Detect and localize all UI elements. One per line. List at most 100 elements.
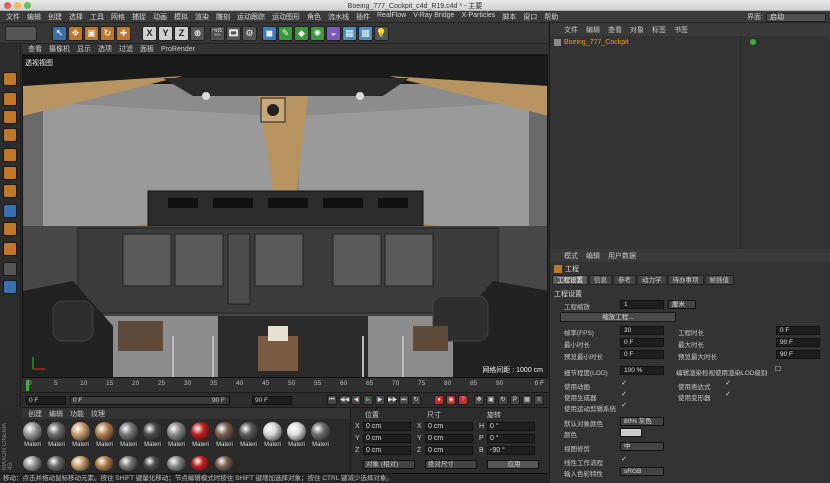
project-scale-field[interactable]: 1	[620, 300, 664, 309]
go-to-end-icon[interactable]: ⏭	[399, 395, 409, 405]
axis-y-button[interactable]: Y	[158, 26, 173, 41]
go-to-start-icon[interactable]: ⏮	[327, 395, 337, 405]
lod-field[interactable]: 100 %	[620, 366, 664, 375]
loop-icon[interactable]: ↻	[411, 395, 421, 405]
material-swatch[interactable]: Materi	[310, 422, 331, 448]
viewport-menu-item[interactable]: 面板	[140, 44, 154, 54]
material-swatch[interactable]: Materi	[70, 422, 91, 448]
project-time-field[interactable]: 0 F	[776, 326, 820, 335]
prev-frame-icon[interactable]: ◀	[351, 395, 361, 405]
use-expressions-checkbox[interactable]: ✓	[724, 380, 732, 388]
render-settings-icon[interactable]: ⚙	[242, 26, 257, 41]
keyframe-selection-icon[interactable]: ?	[458, 395, 468, 405]
attribute-menu-item[interactable]: 编辑	[586, 251, 600, 261]
visibility-dot-icon[interactable]	[750, 39, 756, 45]
spline-pen-icon[interactable]: ✎	[278, 26, 293, 41]
rotate-icon[interactable]: ↻	[100, 26, 115, 41]
edges-mode-icon[interactable]	[3, 166, 17, 180]
object-menu-item[interactable]: 书签	[674, 25, 688, 35]
material-swatch[interactable]: Materi	[166, 422, 187, 448]
material-swatch[interactable]: Materi	[262, 422, 283, 448]
material-menu-item[interactable]: 纹理	[91, 409, 105, 419]
axis-z-button[interactable]: Z	[174, 26, 189, 41]
material-menu-item[interactable]: 编辑	[49, 409, 63, 419]
rotation-field[interactable]: -90 °	[487, 446, 535, 455]
array-icon[interactable]: ✺	[310, 26, 325, 41]
material-swatch[interactable]: Materi	[286, 422, 307, 448]
size-mode-dropdown[interactable]: 绝对尺寸	[425, 460, 477, 469]
axis-x-button[interactable]: X	[142, 26, 157, 41]
viewport-menu-item[interactable]: 显示	[77, 44, 91, 54]
menu-item[interactable]: 网格	[111, 12, 125, 22]
position-field[interactable]: 0 cm	[363, 422, 411, 431]
object-name[interactable]: Boeing_777_Cockpit	[564, 39, 629, 46]
position-field[interactable]: 0 cm	[363, 446, 411, 455]
menu-item[interactable]: 动画	[153, 12, 167, 22]
preview-min-field[interactable]: 0 F	[620, 350, 664, 359]
scale-project-button[interactable]: 缩放工程...	[560, 312, 676, 322]
material-swatch[interactable]: Materi	[46, 422, 67, 448]
material-swatch[interactable]	[142, 456, 163, 471]
menu-item[interactable]: RealFlow	[377, 12, 406, 22]
preview-max-field[interactable]: 90 F	[776, 350, 820, 359]
size-field[interactable]: 0 cm	[425, 422, 473, 431]
tweak-mode-icon[interactable]	[3, 222, 17, 236]
material-swatch[interactable]	[70, 456, 91, 471]
material-swatch[interactable]	[94, 456, 115, 471]
attribute-tab[interactable]: 工程设置	[552, 275, 588, 285]
object-row-root[interactable]: Boeing_777_Cockpit	[554, 39, 629, 46]
enable-axis-icon[interactable]	[3, 204, 17, 218]
max-time-field[interactable]: 90 F	[776, 338, 820, 347]
project-unit-dropdown[interactable]: 厘米	[668, 300, 696, 309]
recent-tool-icon[interactable]: ✚	[116, 26, 131, 41]
menu-item[interactable]: 角色	[307, 12, 321, 22]
snap-icon[interactable]	[3, 242, 17, 256]
material-menu-item[interactable]: 功能	[70, 409, 84, 419]
menu-item[interactable]: 捕捉	[132, 12, 146, 22]
menu-item[interactable]: 雕刻	[216, 12, 230, 22]
workplane-icon[interactable]	[3, 128, 17, 142]
rotation-field[interactable]: 0 °	[487, 422, 535, 431]
attribute-tab[interactable]: 参考	[613, 275, 636, 285]
viewport-menu-item[interactable]: 查看	[28, 44, 42, 54]
material-swatch[interactable]	[46, 456, 67, 471]
floor-icon[interactable]: ▦	[342, 26, 357, 41]
use-motion-system-checkbox[interactable]: ✓	[620, 402, 628, 410]
object-menu-item[interactable]: 文件	[564, 25, 578, 35]
frame-range-slider[interactable]: 0 F 90 F	[70, 396, 230, 405]
min-time-field[interactable]: 0 F	[620, 338, 664, 347]
object-menu-item[interactable]: 对象	[630, 25, 644, 35]
material-swatch[interactable]: Materi	[118, 422, 139, 448]
start-frame-field[interactable]: 0 F	[26, 396, 66, 405]
attribute-tab[interactable]: 动力学	[637, 275, 667, 285]
position-field[interactable]: 0 cm	[363, 434, 411, 443]
workplane-lock-icon[interactable]	[3, 262, 17, 276]
menu-item[interactable]: 流水线	[328, 12, 349, 22]
subdivision-icon[interactable]: ◆	[294, 26, 309, 41]
auto-key-icon[interactable]: ◉	[446, 395, 456, 405]
view-clipping-dropdown[interactable]: 中	[620, 442, 664, 451]
next-frame-icon[interactable]: ▶	[375, 395, 385, 405]
camera-icon[interactable]: ▩	[358, 26, 373, 41]
next-key-icon[interactable]: ▶▶	[387, 395, 397, 405]
attribute-tab[interactable]: 帧插值	[704, 275, 734, 285]
deformer-icon[interactable]: ◒	[326, 26, 341, 41]
perspective-viewport[interactable]: 透视视图 网格间距 : 1000 cm	[22, 55, 548, 378]
rotation-field[interactable]: 0 °	[487, 434, 535, 443]
linear-workflow-checkbox[interactable]: ✓	[620, 456, 628, 464]
menu-item[interactable]: 窗口	[523, 12, 537, 22]
cube-primitive-icon[interactable]: ◼	[262, 26, 277, 41]
object-menu-item[interactable]: 查看	[608, 25, 622, 35]
timeline-menu-icon[interactable]: ≡	[534, 395, 544, 405]
size-field[interactable]: 0 cm	[425, 434, 473, 443]
timeline-ruler[interactable]: 0 5 10 15 20 25 30 35 40 45 50 55 60 65 70 75 80 85 90 0 F	[22, 378, 548, 393]
size-field[interactable]: 0 cm	[425, 446, 473, 455]
material-swatch[interactable]	[118, 456, 139, 471]
object-menu-item[interactable]: 编辑	[586, 25, 600, 35]
apply-button[interactable]: 应用	[487, 460, 539, 469]
grid-plane-icon[interactable]	[3, 280, 17, 294]
points-mode-icon[interactable]	[3, 148, 17, 162]
select-icon[interactable]: ↖	[52, 26, 67, 41]
pla-key-icon[interactable]: ▦	[522, 395, 532, 405]
material-swatch[interactable]: Materi	[94, 422, 115, 448]
